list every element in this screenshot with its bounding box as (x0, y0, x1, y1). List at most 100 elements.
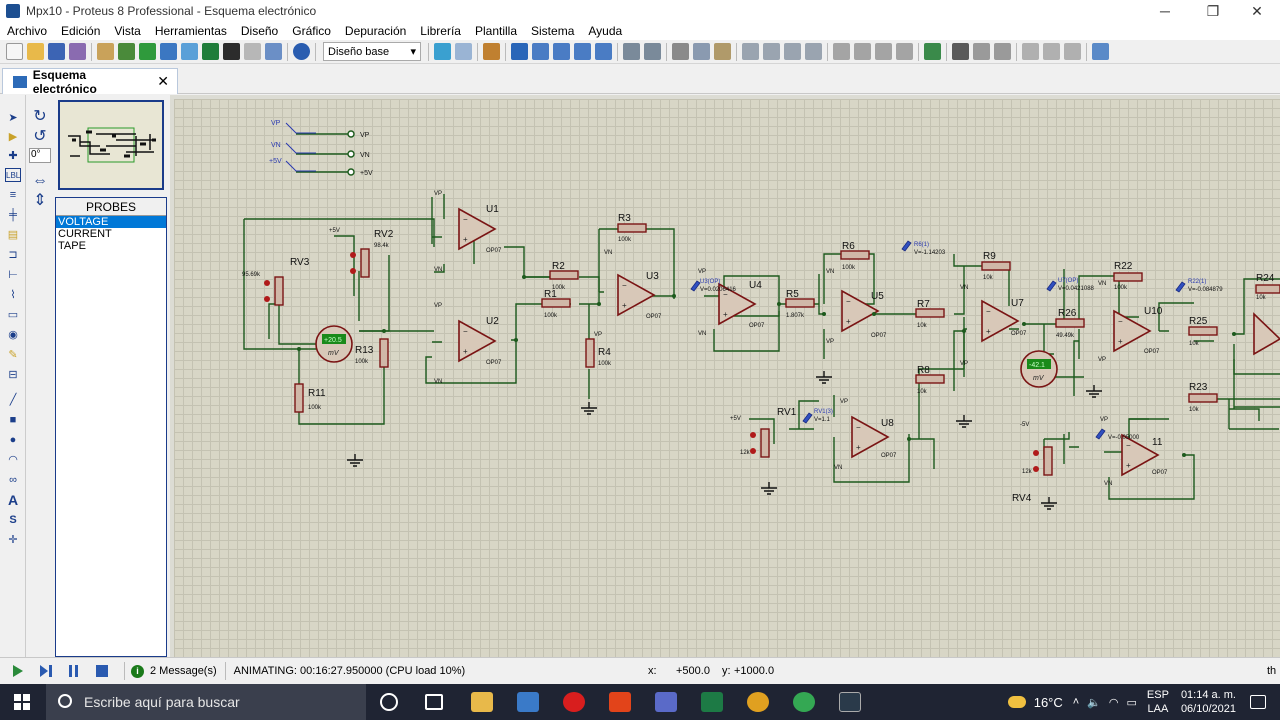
minimize-button[interactable]: ─ (1142, 0, 1188, 22)
home-icon[interactable] (97, 43, 114, 60)
resistor-r11[interactable] (294, 383, 304, 413)
potentiometer-rv2[interactable] (360, 248, 370, 278)
excel-icon[interactable] (701, 692, 723, 712)
circle-mode-icon[interactable]: ● (5, 433, 21, 447)
undo-icon[interactable] (623, 43, 640, 60)
resistor-r4[interactable] (585, 338, 595, 368)
resistor-r8[interactable] (915, 374, 945, 384)
packaging-tool-icon[interactable] (875, 43, 892, 60)
open-folder-icon[interactable] (27, 43, 44, 60)
stop-icon[interactable] (94, 663, 110, 679)
notifications-icon[interactable] (1250, 695, 1266, 709)
block-delete-icon[interactable] (805, 43, 822, 60)
menu-edicion[interactable]: Edición (54, 24, 107, 38)
network-icon[interactable]: ▭ (1127, 696, 1137, 709)
remove-sheet-icon[interactable] (1043, 43, 1060, 60)
messages-count[interactable]: 2 Message(s) (150, 665, 217, 677)
property-assignment-icon[interactable] (973, 43, 990, 60)
zoom-area-icon[interactable] (595, 43, 612, 60)
menu-depuracion[interactable]: Depuración (338, 24, 413, 38)
search-tag-icon[interactable] (952, 43, 969, 60)
menu-grafico[interactable]: Gráfico (285, 24, 338, 38)
resistor-r1[interactable] (541, 298, 571, 308)
virtual-instruments-icon[interactable]: ⊟ (5, 368, 21, 382)
resistor-r25[interactable] (1188, 326, 1218, 336)
path-mode-icon[interactable]: ∞ (5, 473, 21, 487)
voltage-probe-u11[interactable] (1095, 428, 1106, 440)
marker-mode-icon[interactable]: ✛ (5, 533, 21, 547)
design-explorer-icon[interactable] (244, 43, 261, 60)
add-sheet-icon[interactable] (1022, 43, 1039, 60)
menu-diseno[interactable]: Diseño (234, 24, 285, 38)
voltage-probe-u3[interactable] (690, 280, 701, 292)
block-rotate-icon[interactable] (784, 43, 801, 60)
pins-mode-icon[interactable]: ⊢ (5, 268, 21, 282)
box-mode-icon[interactable]: ■ (5, 413, 21, 427)
weather-icon[interactable] (1007, 696, 1026, 708)
resistor-r3[interactable] (617, 223, 647, 233)
store-icon[interactable] (517, 692, 539, 712)
tab-schematic[interactable]: Esquema electrónico ✕ (2, 68, 178, 96)
redo-icon[interactable] (644, 43, 661, 60)
generator-mode-icon[interactable]: ◉ (5, 328, 21, 342)
rotate-anticlockwise-icon[interactable]: ↺ (32, 129, 48, 145)
menu-libreria[interactable]: Librería (413, 24, 468, 38)
schematic-icon[interactable] (118, 43, 135, 60)
wifi-icon[interactable]: ◠ (1109, 696, 1119, 709)
taskbar-search[interactable]: Escribe aquí para buscar (46, 684, 366, 720)
temperature[interactable]: 16°C (1034, 695, 1063, 710)
potentiometer-rv4[interactable] (1043, 446, 1053, 476)
refresh-icon[interactable] (434, 43, 451, 60)
project-notes-icon[interactable] (265, 43, 282, 60)
tab-close-icon[interactable]: ✕ (157, 73, 169, 90)
probe-current[interactable]: CURRENT (56, 228, 166, 240)
maximize-button[interactable]: ❐ (1190, 0, 1236, 22)
terminal-icon[interactable] (839, 692, 861, 712)
office-icon[interactable] (609, 692, 631, 712)
resistor-r6[interactable] (840, 250, 870, 260)
make-device-icon[interactable] (854, 43, 871, 60)
component-mode-icon[interactable]: ▶ (5, 130, 21, 144)
pan-icon[interactable] (511, 43, 528, 60)
subcircuit-mode-icon[interactable]: ▤ (5, 228, 21, 242)
block-move-icon[interactable] (763, 43, 780, 60)
line-mode-icon[interactable]: ╱ (5, 393, 21, 407)
arc-mode-icon[interactable]: ◠ (5, 453, 21, 467)
text-script-mode-icon[interactable]: ≡ (5, 188, 21, 202)
voltage-probe-r6[interactable] (901, 240, 912, 252)
task-view-icon[interactable] (425, 694, 443, 710)
mirror-y-icon[interactable]: ⇕ (32, 193, 48, 209)
zoom-all-icon[interactable] (574, 43, 591, 60)
voltage-probe-rv1[interactable] (802, 412, 813, 424)
rotation-angle-field[interactable]: 0° (29, 148, 51, 163)
schematic-canvas[interactable]: − + VP VN +5V VP VN +5V U1 OP07 U2 OP07 … (174, 99, 1280, 657)
voltage-probe-icon[interactable]: ✎ (5, 348, 21, 362)
import-icon[interactable] (69, 43, 86, 60)
play-icon[interactable] (10, 663, 26, 679)
chevron-up-icon[interactable]: ˄ (1073, 696, 1079, 708)
step-icon[interactable] (38, 663, 54, 679)
bus-mode-icon[interactable]: ╪ (5, 208, 21, 222)
text-mode-icon[interactable]: A (5, 493, 21, 507)
language-indicator[interactable]: ESP LAA (1147, 688, 1169, 716)
wire-autorouter-icon[interactable] (924, 43, 941, 60)
rotate-clockwise-icon[interactable]: ↻ (32, 109, 48, 125)
new-file-icon[interactable] (6, 43, 23, 60)
mirror-x-icon[interactable]: ⇔ (32, 173, 48, 189)
source-code-icon[interactable] (223, 43, 240, 60)
resistor-r26[interactable] (1055, 318, 1085, 328)
netlist-icon[interactable] (1092, 43, 1109, 60)
chrome-icon[interactable] (747, 692, 769, 712)
potentiometer-rv3[interactable] (274, 276, 284, 306)
resistor-r9[interactable] (981, 261, 1011, 271)
help-icon[interactable] (293, 43, 310, 60)
menu-herramientas[interactable]: Herramientas (148, 24, 234, 38)
resistor-r5[interactable] (785, 298, 815, 308)
millivoltmeter-1[interactable]: +20.5 mV (315, 325, 353, 363)
resistor-r2[interactable] (549, 270, 579, 280)
paste-icon[interactable] (714, 43, 731, 60)
opamp-u2[interactable] (458, 320, 496, 362)
voltage-probe-u7[interactable] (1046, 280, 1057, 292)
selection-mode-icon[interactable]: ➤ (5, 111, 21, 125)
menu-archivo[interactable]: Archivo (0, 24, 54, 38)
